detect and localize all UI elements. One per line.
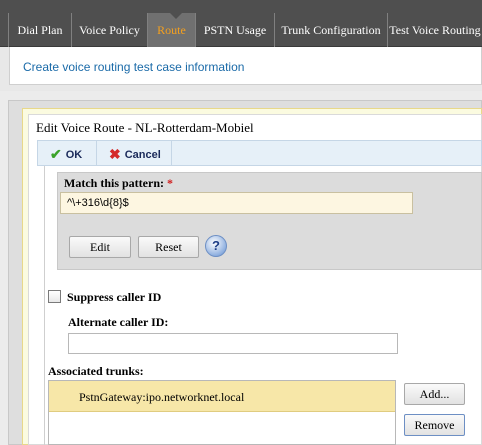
list-item[interactable]: PstnGateway:ipo.networknet.local bbox=[49, 381, 395, 412]
edit-button[interactable]: Edit bbox=[69, 236, 131, 258]
alternate-caller-id-input[interactable] bbox=[68, 333, 398, 354]
cancel-label: Cancel bbox=[124, 149, 161, 161]
ok-button[interactable]: ✔ OK bbox=[38, 141, 97, 165]
ok-label: OK bbox=[65, 149, 83, 161]
create-test-case-link[interactable]: Create voice routing test case informati… bbox=[23, 60, 244, 74]
dialog-title: Edit Voice Route - NL-Rotterdam-Mobiel bbox=[36, 120, 254, 135]
active-tab-pointer-icon bbox=[170, 13, 182, 19]
cancel-button[interactable]: ✖ Cancel bbox=[97, 141, 172, 165]
associated-trunks-label: Associated trunks: bbox=[48, 364, 144, 378]
pattern-label-text: Match this pattern: bbox=[64, 176, 164, 190]
tab-voice-policy[interactable]: Voice Policy bbox=[71, 13, 147, 47]
help-icon[interactable]: ? bbox=[205, 235, 227, 257]
reset-button[interactable]: Reset bbox=[138, 236, 199, 258]
tab-pstn-usage[interactable]: PSTN Usage bbox=[195, 13, 274, 47]
suppress-caller-id-checkbox[interactable] bbox=[48, 290, 61, 303]
tab-test-voice-routing[interactable]: Test Voice Routing bbox=[387, 13, 482, 47]
close-icon: ✖ bbox=[109, 146, 121, 162]
suppress-caller-id-label: Suppress caller ID bbox=[67, 290, 162, 304]
tab-trunk-configuration[interactable]: Trunk Configuration bbox=[274, 13, 387, 47]
add-trunk-button[interactable]: Add... bbox=[404, 383, 465, 405]
top-nav: Dial Plan Voice Policy Route PSTN Usage … bbox=[0, 0, 482, 47]
dialog-left-border bbox=[44, 166, 45, 445]
checkmark-icon: ✔ bbox=[50, 146, 62, 162]
alternate-caller-id-label: Alternate caller ID: bbox=[68, 315, 169, 329]
remove-trunk-button[interactable]: Remove bbox=[404, 414, 465, 436]
pattern-input[interactable]: ^\+316\d{8}$ bbox=[60, 192, 413, 214]
required-marker: * bbox=[166, 176, 173, 190]
pattern-label: Match this pattern: * bbox=[64, 176, 173, 191]
tab-dial-plan[interactable]: Dial Plan bbox=[8, 13, 71, 47]
